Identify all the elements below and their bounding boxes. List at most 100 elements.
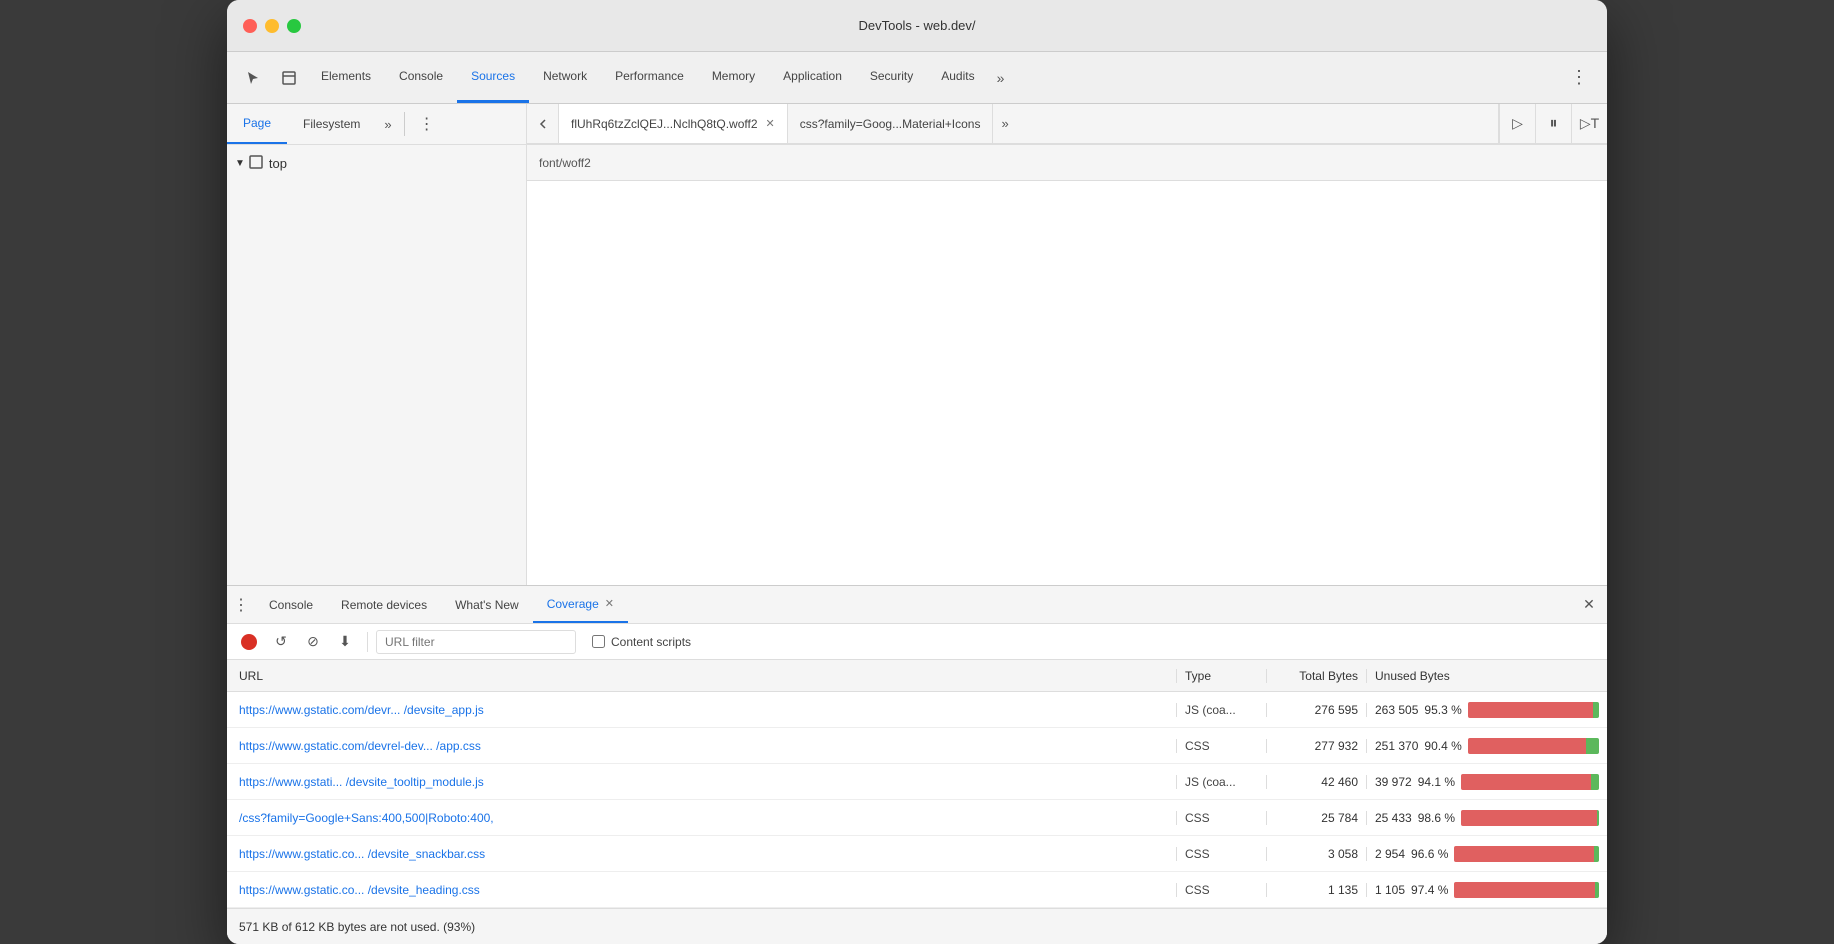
cell-type: CSS xyxy=(1177,883,1267,897)
cursor-icon[interactable] xyxy=(235,52,271,103)
record-button[interactable] xyxy=(235,628,263,656)
cell-unused: 1 105 97.4 % xyxy=(1367,882,1607,898)
pause-button[interactable]: ⏸ xyxy=(1535,104,1571,144)
close-button[interactable] xyxy=(243,19,257,33)
used-bar xyxy=(1594,846,1599,862)
expand-right-icon[interactable]: ▷T xyxy=(1571,104,1607,144)
close-drawer-button[interactable]: ✕ xyxy=(1571,586,1607,624)
title-bar: DevTools - web.dev/ xyxy=(227,0,1607,52)
main-content: ▼ top font/woff2 xyxy=(227,145,1607,585)
cell-unused: 25 433 98.6 % xyxy=(1367,810,1607,826)
tab-sources[interactable]: Sources xyxy=(457,52,529,103)
tab-network[interactable]: Network xyxy=(529,52,601,103)
clear-button[interactable]: ⊘ xyxy=(299,628,327,656)
bottom-drawer: ⋮ Console Remote devices What's New Cove… xyxy=(227,585,1607,944)
record-icon xyxy=(241,634,257,650)
col-header-unused[interactable]: Unused Bytes xyxy=(1367,669,1607,683)
cell-total: 25 784 xyxy=(1267,811,1367,825)
sources-row: Page Filesystem » ⋮ flUhRq6tzZclQEJ...Nc… xyxy=(227,104,1607,145)
cell-url: https://www.gstati... /devsite_tooltip_m… xyxy=(227,775,1177,789)
tab-performance[interactable]: Performance xyxy=(601,52,698,103)
table-row[interactable]: https://www.gstatic.co... /devsite_headi… xyxy=(227,872,1607,908)
more-tabs-button[interactable]: » xyxy=(989,52,1013,103)
cell-type: CSS xyxy=(1177,847,1267,861)
used-bar xyxy=(1593,702,1599,718)
tab-filesystem[interactable]: Filesystem xyxy=(287,104,376,144)
tab-security[interactable]: Security xyxy=(856,52,927,103)
close-file-tab-woff2[interactable]: ✕ xyxy=(766,117,775,130)
drawer-tab-coverage[interactable]: Coverage ✕ xyxy=(533,586,628,623)
cell-url: https://www.gstatic.com/devrel-dev... /a… xyxy=(227,739,1177,753)
usage-bar xyxy=(1461,774,1599,790)
export-button[interactable]: ⬇ xyxy=(331,628,359,656)
source-content-area: font/woff2 xyxy=(527,145,1607,585)
table-row[interactable]: https://www.gstatic.com/devr... /devsite… xyxy=(227,692,1607,728)
unused-bar xyxy=(1468,702,1593,718)
drawer-tab-bar: ⋮ Console Remote devices What's New Cove… xyxy=(227,586,1607,624)
right-controls: ▷ ⏸ ▷T xyxy=(1498,104,1607,143)
table-row[interactable]: https://www.gstatic.co... /devsite_snack… xyxy=(227,836,1607,872)
unused-bar xyxy=(1461,774,1591,790)
cell-type: CSS xyxy=(1177,811,1267,825)
col-header-type[interactable]: Type xyxy=(1177,669,1267,683)
table-header-row: URL Type Total Bytes Unused Bytes xyxy=(227,660,1607,692)
separator xyxy=(404,112,405,136)
file-back-button[interactable] xyxy=(527,104,559,143)
run-button[interactable]: ▷ xyxy=(1499,104,1535,144)
sources-subtab-bar: Page Filesystem » ⋮ xyxy=(227,104,527,144)
cell-url: https://www.gstatic.co... /devsite_snack… xyxy=(227,847,1177,861)
tab-elements[interactable]: Elements xyxy=(307,52,385,103)
file-tabs-more-button[interactable]: » xyxy=(993,104,1016,143)
url-filter-input[interactable] xyxy=(376,630,576,654)
tab-page[interactable]: Page xyxy=(227,104,287,144)
sources-kebab-button[interactable]: ⋮ xyxy=(409,114,445,134)
close-coverage-tab[interactable]: ✕ xyxy=(605,597,614,610)
inspector-icon[interactable] xyxy=(271,52,307,103)
usage-bar xyxy=(1454,846,1599,862)
traffic-lights xyxy=(243,19,301,33)
file-tabs-area: flUhRq6tzZclQEJ...NclhQ8tQ.woff2 ✕ css?f… xyxy=(527,104,1607,144)
cell-total: 1 135 xyxy=(1267,883,1367,897)
sources-more-button[interactable]: » xyxy=(376,117,399,132)
maximize-button[interactable] xyxy=(287,19,301,33)
tab-audits[interactable]: Audits xyxy=(927,52,988,103)
frame-icon xyxy=(249,155,263,172)
content-scripts-label[interactable]: Content scripts xyxy=(592,635,691,649)
tab-memory[interactable]: Memory xyxy=(698,52,769,103)
tab-console[interactable]: Console xyxy=(385,52,457,103)
cell-url: /css?family=Google+Sans:400,500|Roboto:4… xyxy=(227,811,1177,825)
cell-total: 277 932 xyxy=(1267,739,1367,753)
devtools-window: DevTools - web.dev/ Elements Console Sou… xyxy=(227,0,1607,944)
file-tab-css-icons[interactable]: css?family=Goog...Material+Icons xyxy=(788,104,994,143)
col-header-total[interactable]: Total Bytes xyxy=(1267,669,1367,683)
devtools-menu-button[interactable]: ⋮ xyxy=(1560,52,1599,103)
table-row[interactable]: /css?family=Google+Sans:400,500|Roboto:4… xyxy=(227,800,1607,836)
table-row[interactable]: https://www.gstati... /devsite_tooltip_m… xyxy=(227,764,1607,800)
reload-button[interactable]: ↺ xyxy=(267,628,295,656)
drawer-tab-remote-devices[interactable]: Remote devices xyxy=(327,586,441,623)
unused-bar xyxy=(1454,882,1595,898)
cell-url: https://www.gstatic.com/devr... /devsite… xyxy=(227,703,1177,717)
window-title: DevTools - web.dev/ xyxy=(858,18,975,33)
col-header-url[interactable]: URL xyxy=(227,669,1177,683)
drawer-tab-console[interactable]: Console xyxy=(255,586,327,623)
cell-unused: 251 370 90.4 % xyxy=(1367,738,1607,754)
devtools-tab-bar: Elements Console Sources Network Perform… xyxy=(227,52,1607,104)
used-bar xyxy=(1591,774,1599,790)
coverage-toolbar: ↺ ⊘ ⬇ Content scripts xyxy=(227,624,1607,660)
table-row[interactable]: https://www.gstatic.com/devrel-dev... /a… xyxy=(227,728,1607,764)
coverage-table: URL Type Total Bytes Unused Bytes https:… xyxy=(227,660,1607,908)
expand-arrow-icon: ▼ xyxy=(235,158,245,169)
breadcrumb: font/woff2 xyxy=(527,145,1607,181)
cell-unused: 2 954 96.6 % xyxy=(1367,846,1607,862)
separator xyxy=(367,632,368,652)
tab-application[interactable]: Application xyxy=(769,52,856,103)
usage-bar xyxy=(1468,702,1599,718)
content-scripts-checkbox[interactable] xyxy=(592,635,605,648)
file-tab-woff2[interactable]: flUhRq6tzZclQEJ...NclhQ8tQ.woff2 ✕ xyxy=(559,104,788,143)
drawer-tab-whats-new[interactable]: What's New xyxy=(441,586,533,623)
sidebar-top-item[interactable]: ▼ top xyxy=(227,145,526,181)
drawer-kebab-button[interactable]: ⋮ xyxy=(227,595,255,615)
used-bar xyxy=(1595,882,1599,898)
minimize-button[interactable] xyxy=(265,19,279,33)
